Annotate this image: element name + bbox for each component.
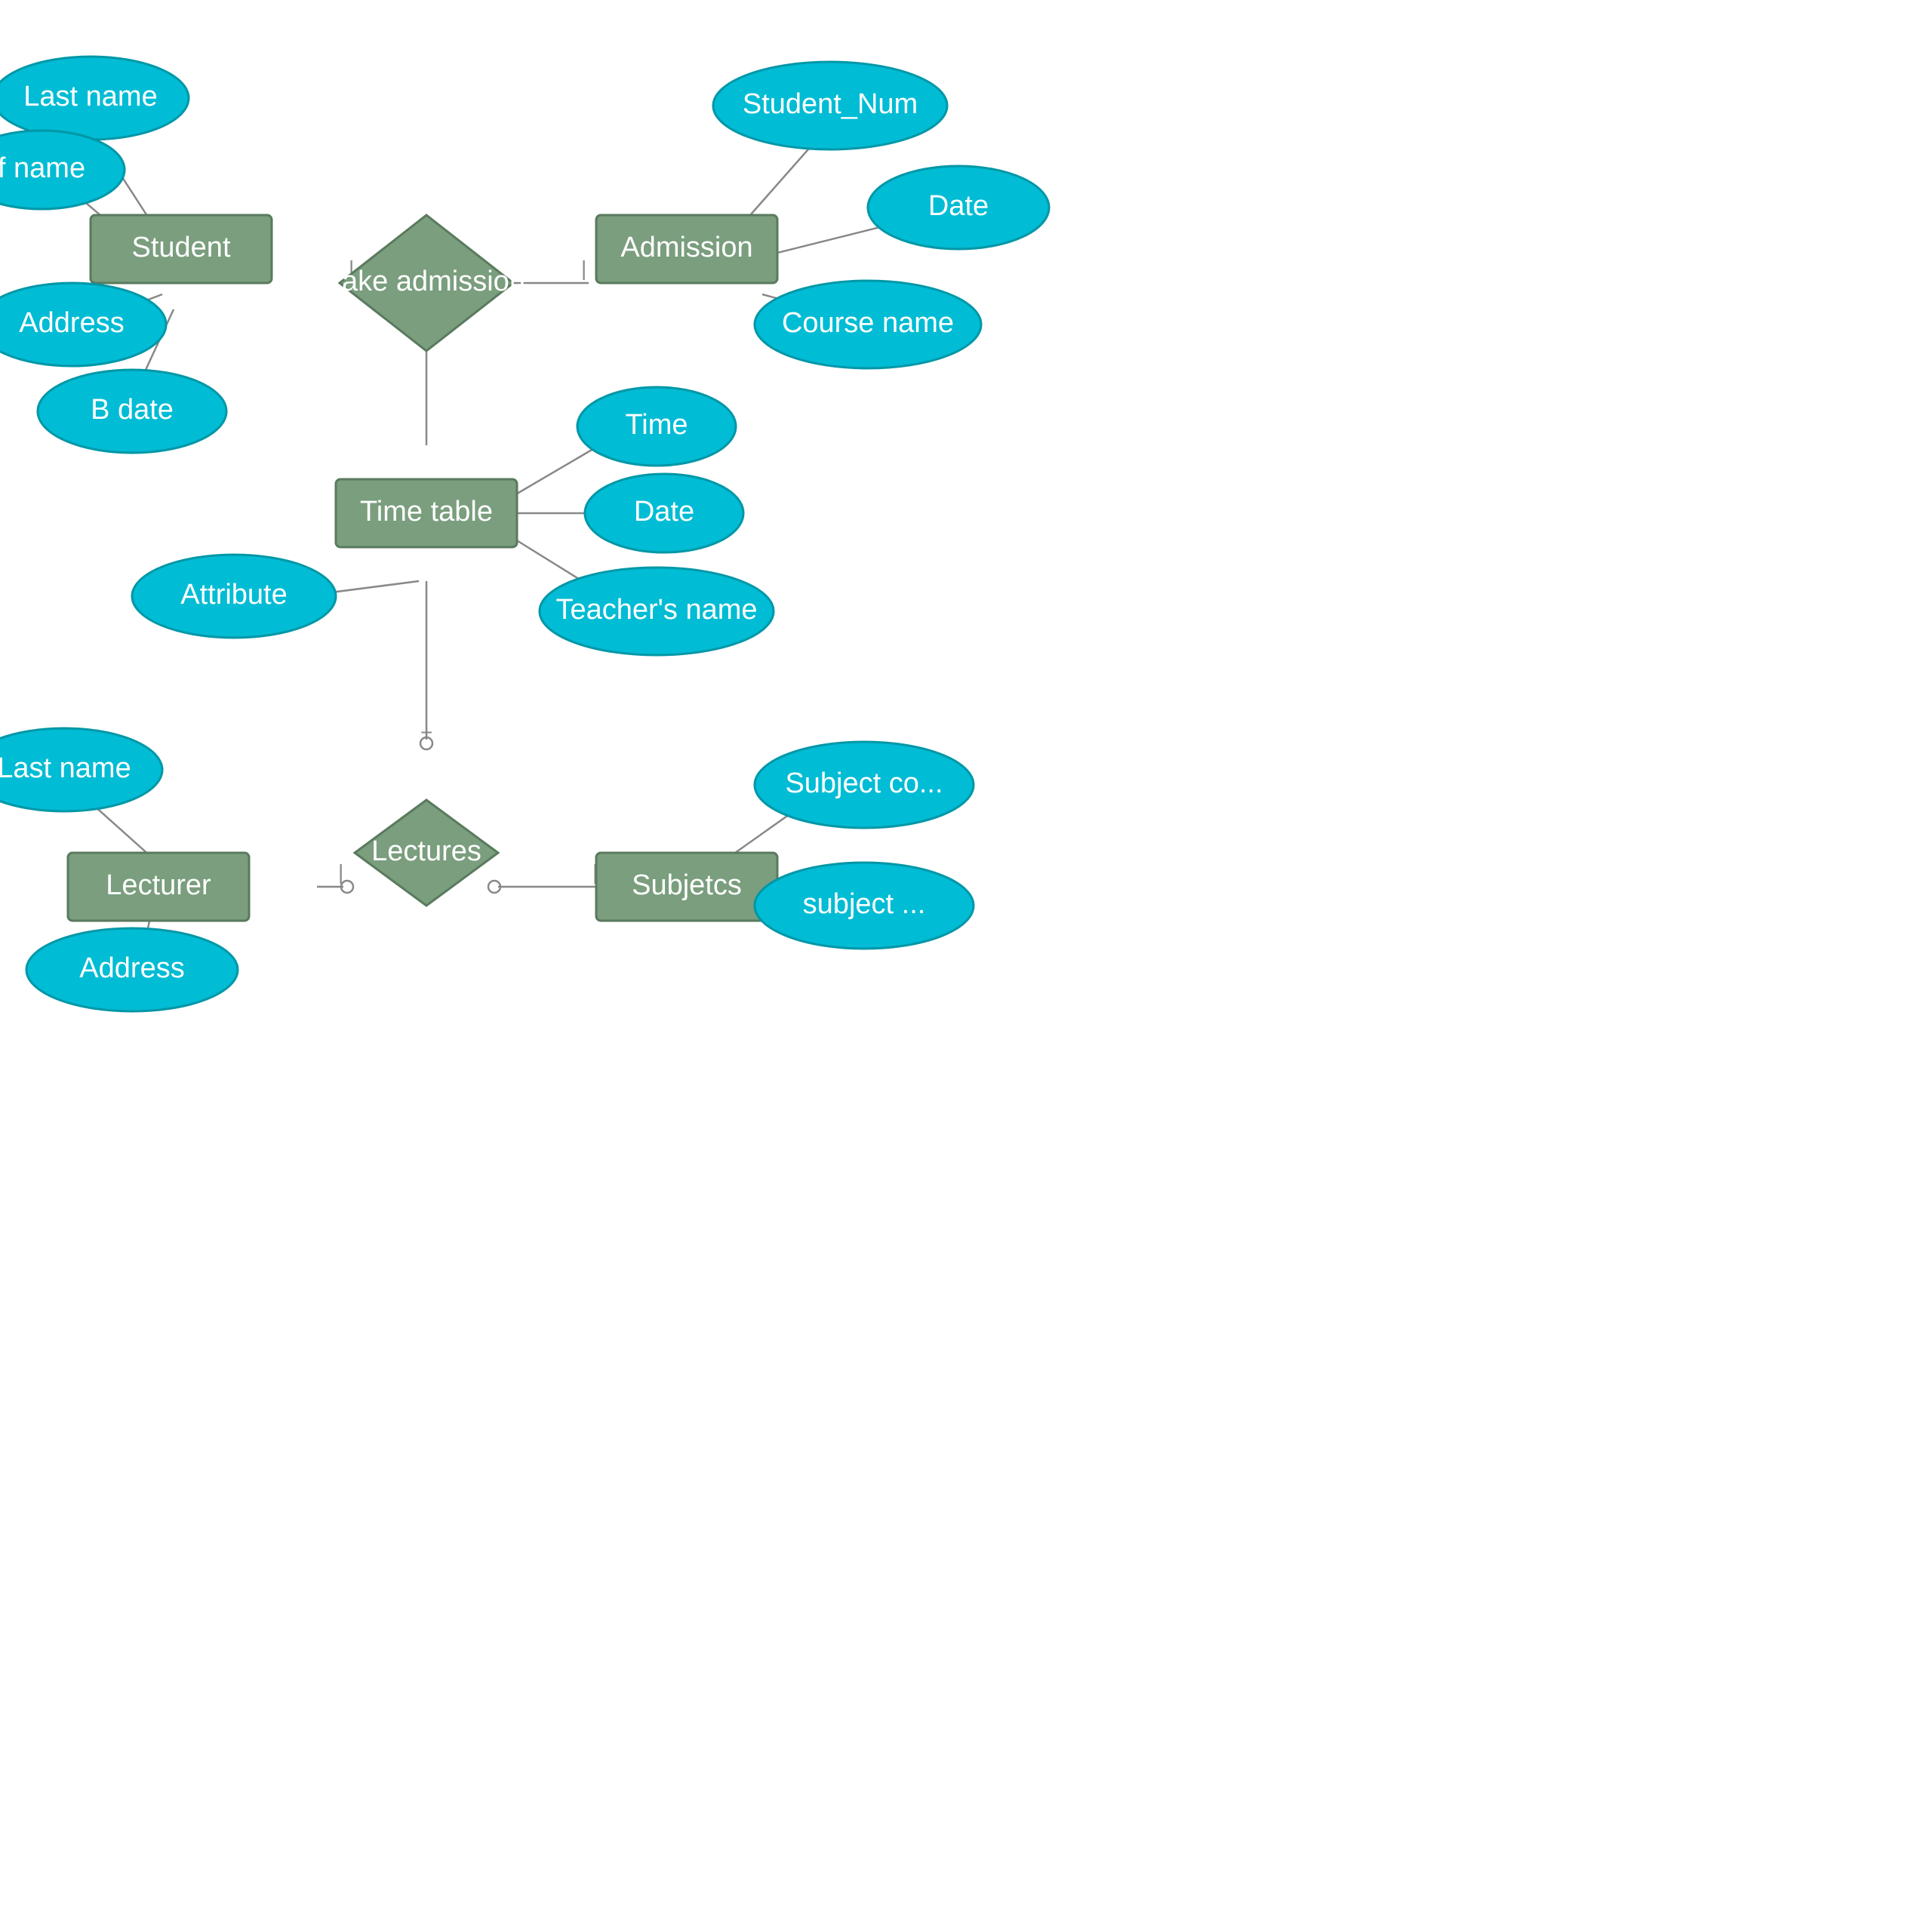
attr-address-student-label: Address <box>19 307 124 339</box>
attr-subject-code-label: Subject co... <box>785 768 943 799</box>
attr-last-name-lecturer-label: Last name <box>0 752 131 784</box>
attr-teachers-name-label: Teacher's name <box>555 594 757 626</box>
attr-date-admission-label: Date <box>928 190 989 222</box>
attr-subject-name-label: subject ... <box>803 888 926 920</box>
svg-text:|: | <box>338 860 343 884</box>
attr-attribute-label: Attribute <box>180 579 288 611</box>
entity-student-label: Student <box>132 232 231 263</box>
attr-date-timetable-label: Date <box>634 496 694 528</box>
attr-address-lecturer-label: Address <box>79 952 184 984</box>
entity-lecturer-label: Lecturer <box>106 869 211 901</box>
relation-lectures-label: Lectures <box>371 835 481 867</box>
er-diagram: | | + + | | Student Admission Time table… <box>0 0 1932 1932</box>
attr-student-num-label: Student_Num <box>743 88 918 120</box>
relation-take-admission-label: Take admission <box>328 266 525 297</box>
attr-fname-student-label: f name <box>0 152 85 184</box>
svg-text:|: | <box>581 257 586 280</box>
entity-timetable-label: Time table <box>360 496 493 528</box>
entity-admission-label: Admission <box>620 232 752 263</box>
attr-time-timetable-label: Time <box>625 409 688 441</box>
attr-course-name-label: Course name <box>782 307 954 339</box>
attr-bdate-student-label: B date <box>91 394 174 426</box>
entity-subjetcs-label: Subjetcs <box>632 869 742 901</box>
attr-last-name-student-label: Last name <box>23 81 157 112</box>
